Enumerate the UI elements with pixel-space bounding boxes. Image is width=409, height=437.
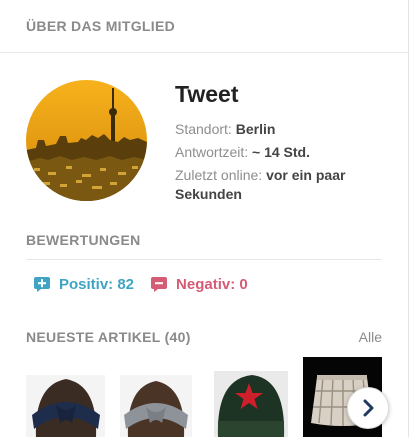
location-label: Standort:: [175, 121, 232, 137]
profile-section: Tweet Standort: Berlin Antwortzeit: ~ 14…: [0, 53, 408, 228]
avatar[interactable]: [26, 80, 147, 201]
last-online-label: Zuletzt online:: [175, 167, 263, 183]
ratings-row: Positiv: 82 Negativ: 0: [33, 275, 264, 293]
negative-rating[interactable]: Negativ: 0: [150, 275, 248, 293]
articles-header: NEUESTE ARTIKEL (40) Alle: [26, 329, 382, 345]
location-row: Standort: Berlin: [175, 120, 375, 139]
member-name[interactable]: Tweet: [175, 81, 375, 108]
negative-minus-icon: [151, 277, 168, 292]
positive-plus-icon: [34, 277, 50, 292]
location-value: Berlin: [235, 121, 276, 137]
chevron-right-icon: [363, 399, 374, 417]
article-thumbnail[interactable]: [214, 371, 288, 437]
next-articles-button[interactable]: [347, 387, 389, 429]
article-thumbnail[interactable]: [26, 375, 105, 437]
negative-rating-label: Negativ: 0: [176, 275, 248, 293]
ratings-divider: [26, 259, 382, 260]
berlin-skyline-avatar-icon: [26, 80, 147, 201]
last-online-row: Zuletzt online: vor ein paar Sekunden: [175, 166, 375, 204]
ratings-title: BEWERTUNGEN: [26, 232, 141, 248]
navy-headband-thumbnail-icon: [26, 375, 105, 437]
grey-headband-thumbnail-icon: [120, 375, 192, 437]
profile-info: Tweet Standort: Berlin Antwortzeit: ~ 14…: [175, 81, 375, 208]
response-time-value: ~ 14 Std.: [252, 144, 310, 160]
about-header: ÜBER DAS MITGLIED: [0, 0, 408, 53]
articles-title: NEUESTE ARTIKEL (40): [26, 329, 191, 345]
response-time-row: Antwortzeit: ~ 14 Std.: [175, 143, 375, 162]
positive-rating[interactable]: Positiv: 82: [33, 275, 134, 293]
beanie-with-red-star-thumbnail-icon: [214, 371, 288, 437]
about-title: ÜBER DAS MITGLIED: [26, 18, 175, 34]
member-card: ÜBER DAS MITGLIED Tweet Standort: Berlin…: [0, 0, 409, 437]
article-thumbnail[interactable]: [120, 375, 192, 437]
ratings-header: BEWERTUNGEN: [26, 232, 141, 250]
response-time-label: Antwortzeit:: [175, 144, 249, 160]
all-articles-link[interactable]: Alle: [359, 329, 382, 345]
positive-rating-label: Positiv: 82: [59, 275, 135, 293]
